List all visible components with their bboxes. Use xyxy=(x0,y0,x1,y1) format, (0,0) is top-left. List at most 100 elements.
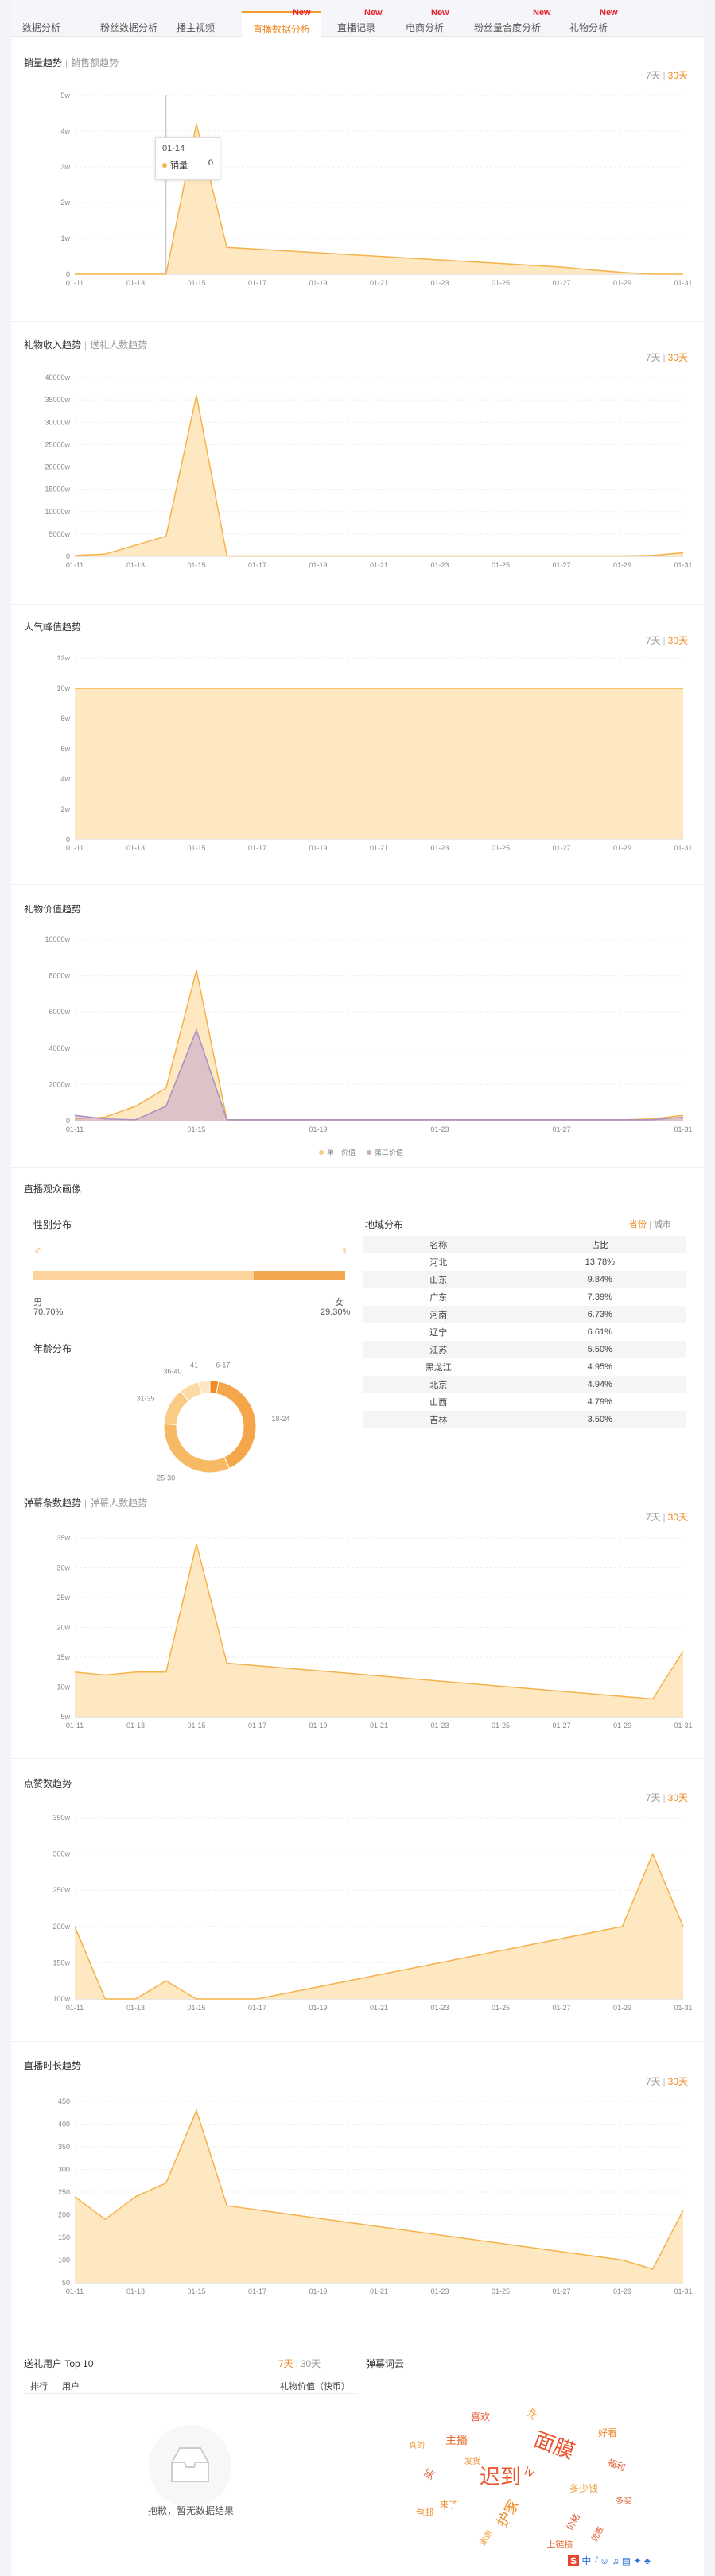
x-tick-label: 01-31 xyxy=(674,1722,692,1730)
x-tick-label: 01-21 xyxy=(370,1722,388,1730)
x-tick-label: 01-23 xyxy=(430,1125,449,1133)
region-name: 北京 xyxy=(429,1381,448,1390)
range-7d[interactable]: 7天 xyxy=(646,2076,661,2087)
region-name: 辽宁 xyxy=(429,1328,448,1338)
y-tick-label: 8000w xyxy=(49,972,70,980)
gender-bar-male xyxy=(33,1271,255,1280)
region-pct: 6.61% xyxy=(587,1327,612,1337)
x-tick-label: 01-11 xyxy=(66,561,84,569)
wordcloud-word: 价格 xyxy=(564,2512,582,2532)
x-tick-label: 01-17 xyxy=(248,561,266,569)
area-fill-1 xyxy=(75,1030,683,1121)
y-tick-label: 400 xyxy=(58,2121,70,2129)
range-30d[interactable]: 30天 xyxy=(668,352,688,363)
tab-6[interactable]: 粉丝量合度分析 xyxy=(474,21,541,34)
wordcloud-word: 多买 xyxy=(616,2496,631,2506)
legend-label-1[interactable]: 第二价值 xyxy=(375,1148,403,1156)
range-7d[interactable]: 7天 xyxy=(646,1792,661,1803)
new-badge: New xyxy=(364,8,383,17)
range-30d[interactable]: 30天 xyxy=(668,2076,688,2087)
tab-5[interactable]: 电商分析 xyxy=(406,21,444,34)
duration-title: 直播时长趋势 xyxy=(24,2059,81,2072)
region-pct: 6.73% xyxy=(587,1310,612,1319)
x-tick-label: 01-31 xyxy=(674,279,692,287)
y-tick-label: 10w xyxy=(56,1683,70,1691)
range-30d[interactable]: 30天 xyxy=(668,70,688,81)
ime-logo-icon: S xyxy=(568,2555,580,2566)
sales-chart: 5w4w3w2w1w001-11 01-13 01-15 01-17 01-19 01-2… xyxy=(60,91,692,287)
tab-4[interactable]: 直播记录 xyxy=(337,21,375,34)
x-tick-label: 01-17 xyxy=(248,1722,266,1730)
region-row: 山东 9.84% xyxy=(363,1271,686,1288)
y-tick-label: 25000w xyxy=(45,440,70,448)
y-tick-label: 200w xyxy=(52,1923,70,1931)
region-pct: 5.50% xyxy=(587,1345,612,1354)
duration-chart: 450 400 350 300 250 200 150 100 5001-11 01-13 01-1… xyxy=(58,2098,693,2295)
region-pct: 4.95% xyxy=(587,1362,612,1372)
danmu-title: 弹幕条数趋势 | 弹幕人数趋势 xyxy=(24,1497,148,1509)
duration-range: 7天 | 30天 xyxy=(645,2076,688,2087)
gender-bar xyxy=(33,1271,345,1280)
region-tab-province[interactable]: 省份 xyxy=(629,1220,647,1230)
y-tick-label: 300 xyxy=(58,2166,70,2174)
region-row: 吉林 3.50% xyxy=(363,1411,686,1428)
gift-income-sub-tab[interactable]: 送礼人数趋势 xyxy=(90,339,147,351)
area-fill-0 xyxy=(75,970,683,1121)
x-tick-label: 01-29 xyxy=(613,2004,631,2012)
legend-label-0[interactable]: 单一价值 xyxy=(327,1148,356,1156)
donut-slice[interactable] xyxy=(216,1381,257,1470)
range-30d[interactable]: 30天 xyxy=(668,635,688,646)
range-7d[interactable]: 7天 xyxy=(278,2358,293,2369)
y-tick-label: 10w xyxy=(56,684,70,692)
top10-col-rank: 排行 xyxy=(30,2382,48,2392)
female-icon: ♀ xyxy=(340,1244,349,1257)
tab-0[interactable]: 数据分析 xyxy=(22,21,60,34)
ime-toolbar[interactable]: S 中 ·̊ ☺ ♫ ▤ ✦ ♣ xyxy=(568,2554,651,2571)
x-tick-label: 01-21 xyxy=(370,561,388,569)
y-tick-label: 100 xyxy=(58,2256,70,2264)
divider xyxy=(11,884,704,885)
y-tick-label: 4w xyxy=(60,127,70,135)
series-line-0 xyxy=(74,395,684,557)
y-tick-label: 20w xyxy=(56,1624,70,1632)
sales-title-label: 销量趋势 xyxy=(24,57,63,68)
y-tick-label: 10000w xyxy=(45,508,70,516)
x-tick-label: 01-25 xyxy=(492,2287,510,2295)
likes-range: 7天 | 30天 xyxy=(645,1792,688,1803)
tab-7[interactable]: 礼物分析 xyxy=(569,21,608,34)
wordcloud-word: 面膜 xyxy=(530,2427,577,2464)
tooltip-date: 01-14 xyxy=(162,144,185,153)
tab-2[interactable]: 播主视频 xyxy=(177,21,215,34)
range-7d[interactable]: 7天 xyxy=(646,352,661,363)
age-donut-chart: 6-17 18-24 25-30 31-35 36-40 41+ xyxy=(136,1361,289,1482)
range-7d[interactable]: 7天 xyxy=(646,1512,661,1523)
y-tick-label: 15w xyxy=(56,1653,70,1661)
region-tab-city[interactable]: 城市 xyxy=(654,1220,671,1230)
x-tick-label: 01-23 xyxy=(430,1722,449,1730)
danmu-title-label: 弹幕条数趋势 xyxy=(24,1497,82,1509)
y-tick-label: 15000w xyxy=(45,486,70,494)
age-title: 年龄分布 xyxy=(33,1343,72,1354)
wordcloud-word: 福利 xyxy=(607,2457,627,2473)
x-tick-label: 01-27 xyxy=(552,561,570,569)
top10-title: 送礼用户 Top 10 xyxy=(24,2358,94,2369)
range-30d[interactable]: 30天 xyxy=(668,1512,688,1523)
donut-slice[interactable] xyxy=(163,1423,231,1474)
range-30d[interactable]: 30天 xyxy=(301,2358,321,2369)
y-tick-label: 350w xyxy=(52,1814,70,1822)
legend-swatch-1 xyxy=(367,1150,371,1155)
tab-1[interactable]: 粉丝数据分析 xyxy=(100,21,157,34)
sales-sub-tab[interactable]: 销售额趋势 xyxy=(71,57,119,68)
wordcloud-word: 多少钱 xyxy=(569,2482,598,2494)
wordcloud-word: 冲 xyxy=(525,2407,542,2423)
range-7d[interactable]: 7天 xyxy=(646,70,661,81)
range-30d[interactable]: 30天 xyxy=(668,1792,688,1803)
danmu-sub-tab[interactable]: 弹幕人数趋势 xyxy=(90,1497,147,1509)
x-tick-label: 01-13 xyxy=(126,844,145,852)
wordcloud-word: 喜欢 xyxy=(471,2411,490,2423)
x-tick-label: 01-15 xyxy=(187,844,205,852)
top10-col-value: 礼物价值（快币） xyxy=(280,2382,350,2392)
range-7d[interactable]: 7天 xyxy=(646,635,661,646)
x-tick-label: 01-15 xyxy=(187,2004,205,2012)
y-tick-label: 20000w xyxy=(45,463,70,471)
